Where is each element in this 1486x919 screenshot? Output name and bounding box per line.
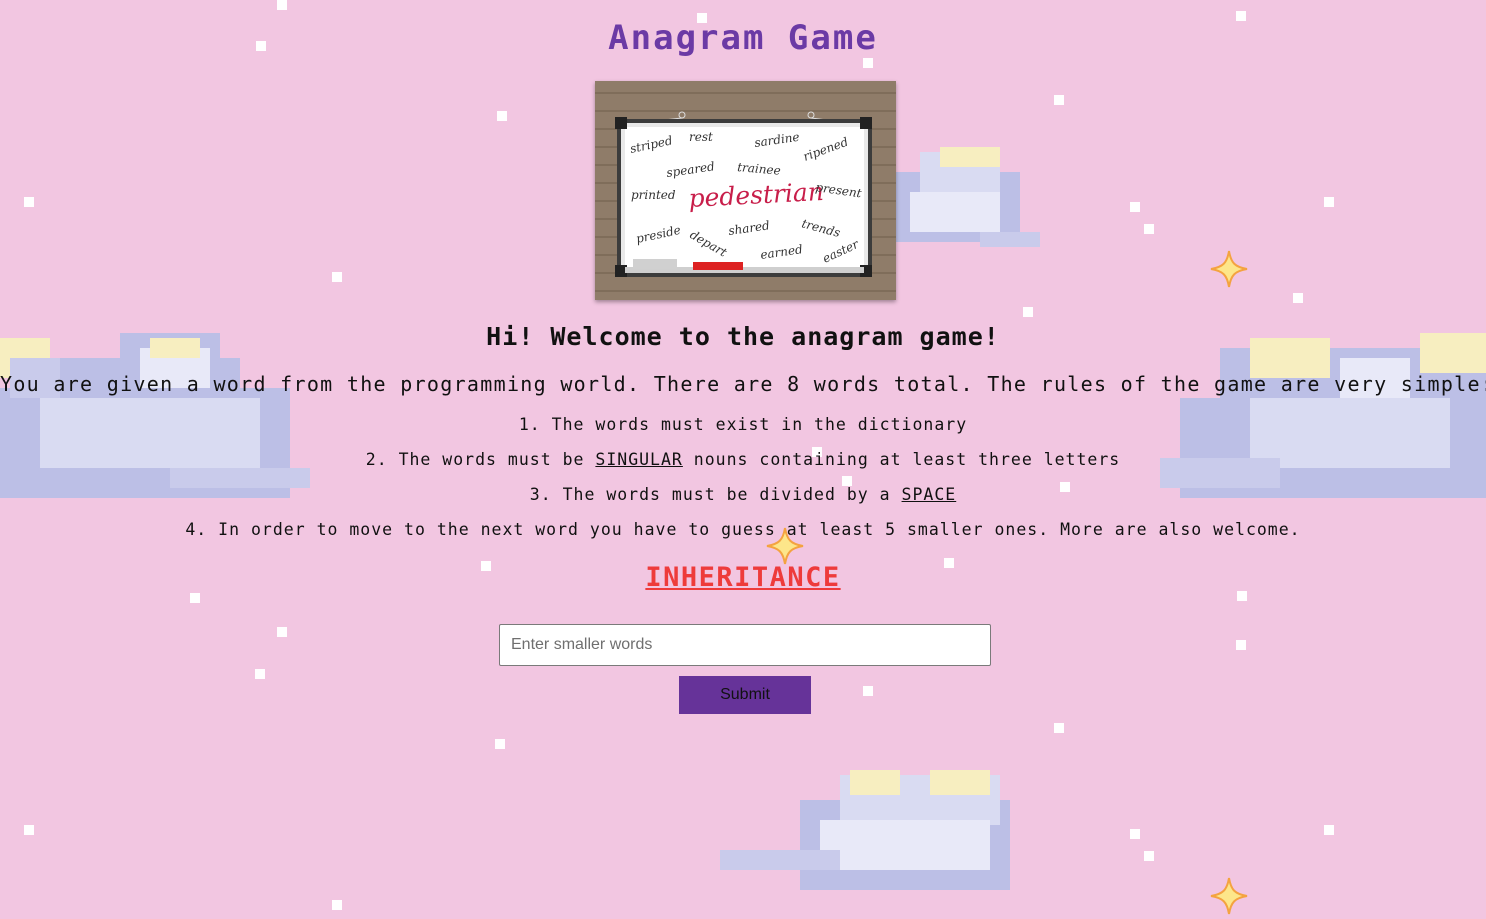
page-title: Anagram Game — [608, 18, 878, 58]
welcome-heading: Hi! Welcome to the anagram game! — [486, 322, 1000, 351]
smaller-words-input[interactable] — [499, 624, 991, 666]
singular-emphasis: SINGULAR — [595, 450, 683, 469]
sparkle-dot — [255, 669, 265, 679]
sparkle-dot — [497, 111, 507, 121]
sparkle-dot — [1130, 829, 1140, 839]
rule-2: 2. The words must be SINGULAR nouns cont… — [0, 450, 1486, 469]
submit-button[interactable]: Submit — [679, 676, 811, 714]
current-word: INHERITANCE — [645, 562, 841, 593]
sparkle-dot — [1054, 723, 1064, 733]
sparkle-dot — [495, 739, 505, 749]
sparkle-dot — [1054, 95, 1064, 105]
game-description: You are given a word from the programmin… — [0, 372, 1486, 396]
rule-3: 3. The words must be divided by a SPACE — [0, 485, 1486, 504]
cloud-bottom — [720, 770, 1010, 890]
space-emphasis: SPACE — [901, 485, 957, 504]
board-word: printed — [631, 188, 676, 202]
star-icon — [1210, 250, 1248, 288]
star-icon — [1210, 877, 1248, 915]
sparkle-dot — [1293, 293, 1303, 303]
board-word: rest — [689, 130, 713, 144]
sparkle-dot — [332, 272, 342, 282]
rule-2-text: 2. The words must be — [365, 450, 596, 469]
sparkle-dot — [1324, 825, 1334, 835]
sparkle-dot — [1144, 851, 1154, 861]
sparkle-dot — [1023, 307, 1033, 317]
sparkle-dot — [863, 58, 873, 68]
sparkle-dot — [277, 0, 287, 10]
sparkle-dot — [24, 825, 34, 835]
sparkle-dot — [277, 627, 287, 637]
sparkle-dot — [1324, 197, 1334, 207]
sparkle-dot — [1144, 224, 1154, 234]
rule-2-text-end: nouns containing at least three letters — [682, 450, 1121, 469]
rule-1: 1. The words must exist in the dictionar… — [518, 415, 968, 434]
cloud-top — [890, 147, 1040, 247]
sparkle-dot — [190, 593, 200, 603]
sparkle-dot — [1236, 640, 1246, 650]
rule-3-text: 3. The words must be divided by a — [529, 485, 902, 504]
sparkle-dot — [332, 900, 342, 910]
whiteboard-illustration: striped rest sardine ripened speared tra… — [595, 81, 896, 300]
sparkle-dot — [24, 197, 34, 207]
sparkle-dot — [1130, 202, 1140, 212]
rule-4: 4. In order to move to the next word you… — [185, 520, 1301, 539]
sparkle-dot — [863, 686, 873, 696]
